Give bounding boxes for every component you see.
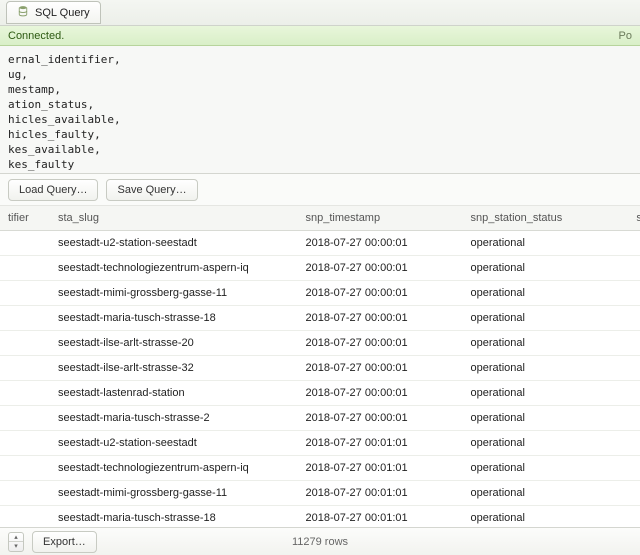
cell-slug: seestadt-technologiezentrum-aspern-iq <box>50 256 298 281</box>
connection-status-bar: Connected. Po <box>0 26 640 46</box>
table-row[interactable]: seestadt-maria-tusch-strasse-182018-07-2… <box>0 506 640 528</box>
cell-available: 11 <box>600 356 640 381</box>
cell-available: 12 <box>600 506 640 528</box>
cell-identifier <box>0 356 50 381</box>
cell-status: operational <box>463 381 601 406</box>
table-row[interactable]: seestadt-ilse-arlt-strasse-202018-07-27 … <box>0 331 640 356</box>
cell-status: operational <box>463 306 601 331</box>
cell-status: operational <box>463 331 601 356</box>
table-row[interactable]: seestadt-u2-station-seestadt2018-07-27 0… <box>0 431 640 456</box>
cell-available: 6 <box>600 331 640 356</box>
cell-slug: seestadt-maria-tusch-strasse-18 <box>50 506 298 528</box>
cell-timestamp: 2018-07-27 00:01:01 <box>298 456 463 481</box>
cell-timestamp: 2018-07-27 00:00:01 <box>298 256 463 281</box>
cell-identifier <box>0 506 50 528</box>
cell-available: 0 <box>600 381 640 406</box>
top-bar: SQL Query <box>0 0 640 26</box>
table-row[interactable]: seestadt-maria-tusch-strasse-22018-07-27… <box>0 406 640 431</box>
results-table-wrapper[interactable]: tifier sta_slug snp_timestamp snp_statio… <box>0 206 640 527</box>
save-query-button[interactable]: Save Query… <box>106 179 197 201</box>
cell-timestamp: 2018-07-27 00:00:01 <box>298 231 463 256</box>
cell-slug: seestadt-u2-station-seestadt <box>50 431 298 456</box>
query-button-row: Load Query… Save Query… <box>0 174 640 206</box>
table-row[interactable]: seestadt-u2-station-seestadt2018-07-27 0… <box>0 231 640 256</box>
cell-status: operational <box>463 431 601 456</box>
cell-timestamp: 2018-07-27 00:00:01 <box>298 381 463 406</box>
cell-slug: seestadt-lastenrad-station <box>50 381 298 406</box>
table-row[interactable]: seestadt-technologiezentrum-aspern-iq201… <box>0 256 640 281</box>
table-row[interactable]: seestadt-lastenrad-station2018-07-27 00:… <box>0 381 640 406</box>
cell-identifier <box>0 431 50 456</box>
cell-available: 12 <box>600 306 640 331</box>
page-stepper[interactable]: ▴ ▾ <box>8 532 24 552</box>
tab-label: SQL Query <box>35 7 90 19</box>
cell-slug: seestadt-u2-station-seestadt <box>50 231 298 256</box>
cell-slug: seestadt-mimi-grossberg-gasse-11 <box>50 481 298 506</box>
cell-timestamp: 2018-07-27 00:00:01 <box>298 281 463 306</box>
cell-identifier <box>0 481 50 506</box>
table-header-row: tifier sta_slug snp_timestamp snp_statio… <box>0 206 640 231</box>
cell-identifier <box>0 331 50 356</box>
cell-slug: seestadt-maria-tusch-strasse-2 <box>50 406 298 431</box>
row-count-label: 11279 rows <box>292 536 348 548</box>
cell-available: 0 <box>600 431 640 456</box>
cell-identifier <box>0 256 50 281</box>
cell-slug: seestadt-ilse-arlt-strasse-32 <box>50 356 298 381</box>
sql-editor[interactable]: ernal_identifier, ug, mestamp, ation_sta… <box>0 46 640 174</box>
cell-timestamp: 2018-07-27 00:00:01 <box>298 406 463 431</box>
cell-timestamp: 2018-07-27 00:00:01 <box>298 356 463 381</box>
table-row[interactable]: seestadt-technologiezentrum-aspern-iq201… <box>0 456 640 481</box>
database-icon <box>17 5 29 20</box>
cell-timestamp: 2018-07-27 00:01:01 <box>298 506 463 528</box>
cell-status: operational <box>463 481 601 506</box>
col-sta-slug[interactable]: sta_slug <box>50 206 298 231</box>
col-station-status[interactable]: snp_station_status <box>463 206 601 231</box>
cell-available: 4 <box>600 456 640 481</box>
cell-slug: seestadt-technologiezentrum-aspern-iq <box>50 456 298 481</box>
cell-identifier <box>0 381 50 406</box>
cell-slug: seestadt-maria-tusch-strasse-18 <box>50 306 298 331</box>
cell-available: 3 <box>600 481 640 506</box>
cell-status: operational <box>463 281 601 306</box>
cell-identifier <box>0 456 50 481</box>
cell-available: 2 <box>600 406 640 431</box>
tab-sql-query[interactable]: SQL Query <box>6 1 101 24</box>
load-query-button[interactable]: Load Query… <box>8 179 98 201</box>
cell-status: operational <box>463 406 601 431</box>
cell-slug: seestadt-mimi-grossberg-gasse-11 <box>50 281 298 306</box>
cell-status: operational <box>463 256 601 281</box>
col-vehicles-available[interactable]: snp_vehicles_available <box>600 206 640 231</box>
cell-identifier <box>0 406 50 431</box>
cell-available: 4 <box>600 256 640 281</box>
table-row[interactable]: seestadt-ilse-arlt-strasse-322018-07-27 … <box>0 356 640 381</box>
cell-identifier <box>0 231 50 256</box>
results-table: tifier sta_slug snp_timestamp snp_statio… <box>0 206 640 527</box>
status-right-text: Po <box>619 30 632 42</box>
cell-identifier <box>0 306 50 331</box>
cell-timestamp: 2018-07-27 00:00:01 <box>298 331 463 356</box>
footer-bar: ▴ ▾ Export… 11279 rows <box>0 527 640 555</box>
table-row[interactable]: seestadt-mimi-grossberg-gasse-112018-07-… <box>0 281 640 306</box>
cell-status: operational <box>463 456 601 481</box>
cell-timestamp: 2018-07-27 00:01:01 <box>298 481 463 506</box>
stepper-down-icon[interactable]: ▾ <box>9 542 23 551</box>
cell-status: operational <box>463 231 601 256</box>
export-button[interactable]: Export… <box>32 531 97 553</box>
stepper-up-icon[interactable]: ▴ <box>9 533 23 543</box>
cell-identifier <box>0 281 50 306</box>
connection-status-text: Connected. <box>8 30 64 42</box>
col-timestamp[interactable]: snp_timestamp <box>298 206 463 231</box>
cell-timestamp: 2018-07-27 00:00:01 <box>298 306 463 331</box>
cell-available: 3 <box>600 281 640 306</box>
cell-status: operational <box>463 356 601 381</box>
table-row[interactable]: seestadt-mimi-grossberg-gasse-112018-07-… <box>0 481 640 506</box>
cell-available: 0 <box>600 231 640 256</box>
col-identifier[interactable]: tifier <box>0 206 50 231</box>
cell-slug: seestadt-ilse-arlt-strasse-20 <box>50 331 298 356</box>
table-row[interactable]: seestadt-maria-tusch-strasse-182018-07-2… <box>0 306 640 331</box>
cell-timestamp: 2018-07-27 00:01:01 <box>298 431 463 456</box>
cell-status: operational <box>463 506 601 528</box>
